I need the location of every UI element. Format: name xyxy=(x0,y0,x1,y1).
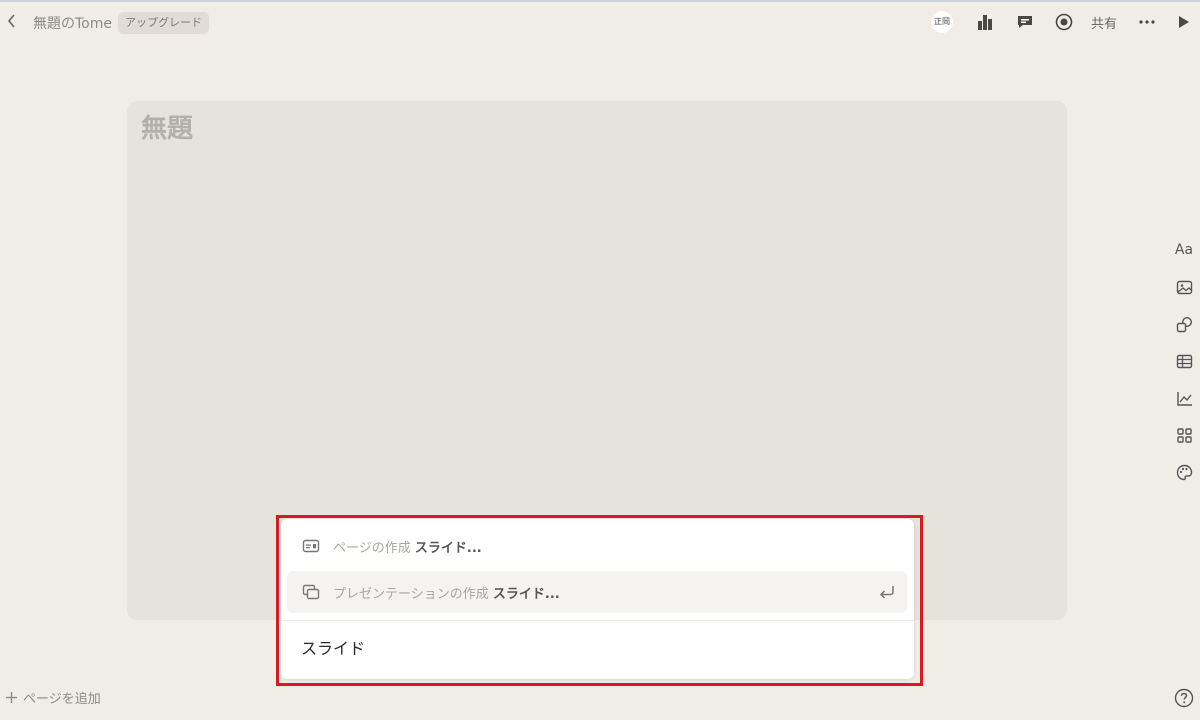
suggestion-text: ページの作成 スライド... xyxy=(333,537,482,556)
prompt-input[interactable]: スライド xyxy=(301,635,365,659)
help-icon xyxy=(1174,688,1194,708)
enter-key-icon xyxy=(877,582,897,602)
present-button[interactable] xyxy=(1172,11,1194,33)
top-bar: 無題のTome アップグレード 正岡 共有 xyxy=(0,2,1200,42)
text-icon: Aa xyxy=(1174,242,1194,258)
analytics-button[interactable] xyxy=(974,11,996,33)
add-shape-button[interactable] xyxy=(1173,313,1195,335)
suggestion-create-page[interactable]: ページの作成 スライド... xyxy=(287,525,907,567)
line-chart-icon xyxy=(1176,391,1192,406)
play-icon xyxy=(1179,16,1189,28)
add-page-label: ページを追加 xyxy=(23,691,101,707)
avatar[interactable]: 正岡 xyxy=(931,11,953,33)
suggestion-prefix: プレゼンテーションの作成 xyxy=(333,586,489,602)
record-button[interactable] xyxy=(1053,11,1075,33)
suggestion-subject: スライド... xyxy=(414,540,482,556)
suggestion-subject: スライド... xyxy=(492,586,560,602)
add-page-button[interactable]: ページを追加 xyxy=(5,687,101,707)
add-image-button[interactable] xyxy=(1173,276,1195,298)
table-icon xyxy=(1176,354,1192,368)
share-button[interactable]: 共有 xyxy=(1091,13,1117,32)
bar-chart-icon xyxy=(978,15,992,30)
page-card-icon xyxy=(301,536,321,556)
help-button[interactable] xyxy=(1174,688,1194,708)
chevron-left-icon xyxy=(7,14,15,28)
theme-button[interactable] xyxy=(1173,461,1195,483)
shapes-icon xyxy=(1176,316,1192,332)
image-icon xyxy=(1176,280,1192,294)
document-title[interactable]: 無題のTome xyxy=(33,13,112,33)
slide-title[interactable]: 無題 xyxy=(141,108,193,145)
suggestion-text: プレゼンテーションの作成 スライド... xyxy=(333,583,560,602)
add-table-button[interactable] xyxy=(1173,350,1195,372)
popup-divider xyxy=(281,620,914,621)
presentation-icon xyxy=(301,582,321,602)
add-embed-button[interactable] xyxy=(1173,424,1195,446)
more-horizontal-icon xyxy=(1139,20,1155,24)
record-icon xyxy=(1055,13,1073,31)
plus-icon xyxy=(6,691,17,703)
add-text-button[interactable]: Aa xyxy=(1173,239,1195,261)
add-chart-button[interactable] xyxy=(1173,387,1195,409)
command-popup: ページの作成 スライド... プレゼンテーションの作成 スライド... スライド xyxy=(281,519,914,679)
suggestion-prefix: ページの作成 xyxy=(333,540,411,556)
back-button[interactable] xyxy=(4,13,20,29)
upgrade-button[interactable]: アップグレード xyxy=(118,12,209,34)
suggestion-create-presentation[interactable]: プレゼンテーションの作成 スライド... xyxy=(287,571,907,613)
palette-icon xyxy=(1176,464,1192,480)
comment-icon xyxy=(1018,16,1032,28)
comment-button[interactable] xyxy=(1014,11,1036,33)
grid-icon xyxy=(1176,427,1192,443)
more-options-button[interactable] xyxy=(1136,11,1158,33)
